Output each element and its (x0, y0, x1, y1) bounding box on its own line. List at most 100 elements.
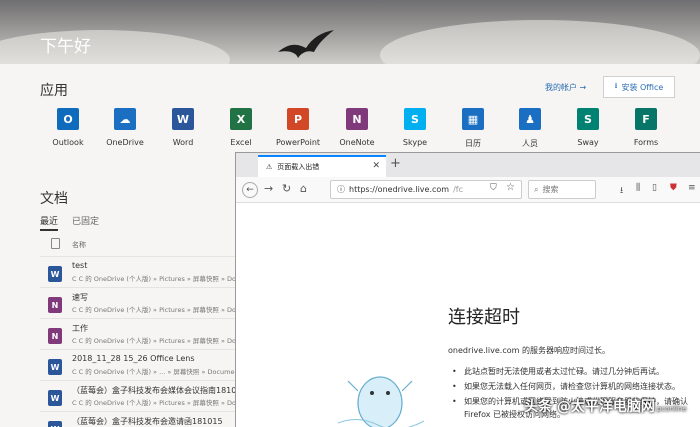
tab-pinned[interactable]: 已固定 (72, 214, 99, 227)
document-path: C C 的 OneDrive (个人版) » ... » 屏幕快照 » Docu… (72, 368, 239, 376)
search-icon: ⌕ (534, 184, 539, 194)
forward-button[interactable]: → (264, 182, 273, 195)
downloads-icon[interactable]: ⭳ (620, 183, 623, 199)
app-skype[interactable]: S Skype (385, 108, 445, 147)
word-icon: W (172, 108, 194, 130)
url-host: https://onedrive.live.com (349, 185, 450, 194)
document-name: 工作 (72, 324, 88, 333)
error-desc-text: 的服务器响应时间过长。 (519, 346, 610, 355)
browser-tab-title: 页面载入出错 (277, 163, 320, 171)
file-column-icon (51, 238, 60, 249)
bird-icon (278, 30, 334, 58)
error-description: onedrive.live.com 的服务器响应时间过长。 (448, 345, 610, 356)
cloud-shape (380, 20, 700, 64)
app-label: Outlook (52, 138, 84, 147)
word-doc-icon: W (48, 390, 62, 406)
info-icon: ⓘ (337, 185, 345, 194)
onenote-doc-icon: N (48, 328, 62, 344)
name-column-header[interactable]: 名称 (72, 240, 86, 250)
greeting-title: 下午好 (40, 37, 91, 57)
bookmark-star-icon[interactable]: ☆ (506, 182, 515, 193)
app-outlook[interactable]: O Outlook (38, 108, 98, 147)
search-placeholder: 搜索 (542, 185, 559, 194)
list-item: 如果您无法载入任何网页，请检查您计算机的网络连接状态。 (448, 380, 688, 393)
dinosaur-illustration-icon (337, 376, 425, 427)
table-row[interactable]: W （蓝莓会）盒子科技发布会媒体会议指南18102 C C 的 OneDrive (… (40, 380, 243, 411)
menu-icon[interactable]: ≡ (688, 183, 696, 193)
document-path: C C 的 OneDrive (个人版) » Pictures » 屏幕快照 »… (72, 399, 243, 407)
forms-icon: F (635, 108, 657, 130)
error-host: onedrive.live.com (448, 346, 520, 355)
app-label: Word (172, 138, 194, 147)
table-row[interactable]: W （蓝莓会）盒子科技发布会邀请函181015 (40, 411, 240, 427)
pocket-icon[interactable]: ⛉ (490, 183, 497, 193)
reload-button[interactable]: ↻ (282, 182, 291, 195)
sway-icon: S (577, 108, 599, 130)
app-onedrive[interactable]: ☁ OneDrive (95, 108, 155, 147)
table-row[interactable]: N 工作 C C 的 OneDrive (个人版) » Pictures » 屏幕快… (40, 318, 243, 349)
install-office-button[interactable]: ⭳ 安装 Office (603, 76, 675, 98)
firefox-window: ⚠ 页面载入出错 ✕ + ← → ↻ ⌂ ⓘ https://onedrive.… (235, 152, 700, 427)
document-name: （蓝莓会）盒子科技发布会媒体会议指南18102 (72, 386, 242, 395)
extension-shield-icon[interactable]: ⛊ (670, 183, 677, 193)
app-label: Excel (230, 138, 252, 147)
app-calendar[interactable]: ▦ 日历 (443, 108, 503, 149)
skype-icon: S (404, 108, 426, 130)
document-name: test (72, 261, 88, 270)
list-item: 此站点暂时无法使用或者太过忙碌。请过几分钟后再试。 (448, 365, 688, 378)
download-icon: ⭳ (614, 81, 618, 90)
onenote-doc-icon: N (48, 297, 62, 313)
new-tab-button[interactable]: + (390, 156, 401, 171)
onedrive-icon: ☁ (114, 108, 136, 130)
watermark-text: 头条 @太平洋电脑网 (524, 399, 655, 415)
app-label: 人员 (522, 139, 538, 148)
word-doc-icon: W (48, 359, 62, 375)
app-sway[interactable]: S Sway (558, 108, 618, 147)
document-path: C C 的 OneDrive (个人版) » Pictures » 屏幕快照 »… (72, 337, 243, 345)
back-button[interactable]: ← (242, 182, 258, 198)
app-powerpoint[interactable]: P PowerPoint (268, 108, 328, 147)
app-label: Forms (633, 138, 659, 147)
tab-strip: ⚠ 页面载入出错 ✕ + (236, 153, 700, 177)
outlook-icon: O (57, 108, 79, 130)
warning-icon: ⚠ (266, 163, 273, 171)
library-icon[interactable]: ⫼ (636, 183, 640, 193)
my-account-link[interactable]: 我的帐户 → (545, 82, 586, 93)
app-label: Skype (402, 138, 428, 147)
document-name: 速写 (72, 293, 88, 302)
browser-tab[interactable]: ⚠ 页面载入出错 ✕ (258, 155, 386, 177)
app-word[interactable]: W Word (153, 108, 213, 147)
cloud-shape (0, 30, 230, 64)
app-label: OneNote (339, 138, 375, 147)
search-box[interactable]: ⌕ 搜索 (528, 180, 596, 199)
sidebar-icon[interactable]: ▯ (652, 183, 657, 193)
document-name: 2018_11_28 15_26 Office Lens (72, 354, 195, 363)
app-onenote[interactable]: N OneNote (327, 108, 387, 147)
document-name: （蓝莓会）盒子科技发布会邀请函181015 (72, 417, 223, 426)
app-label: OneDrive (106, 138, 144, 147)
app-label: 日历 (465, 139, 481, 148)
home-button[interactable]: ⌂ (300, 182, 307, 195)
document-path: C C 的 OneDrive (个人版) » Pictures » 屏幕快照 »… (72, 306, 243, 314)
nav-toolbar: ← → ↻ ⌂ ⓘ https://onedrive.live.com/fc ⛉… (236, 177, 700, 203)
watermark-sub: pconline (656, 405, 687, 413)
people-icon: ♟ (519, 108, 541, 130)
close-tab-icon[interactable]: ✕ (372, 161, 380, 171)
url-path: /fc (453, 185, 464, 194)
app-excel[interactable]: X Excel (211, 108, 271, 147)
app-forms[interactable]: F Forms (616, 108, 676, 147)
documents-heading: 文档 (40, 191, 68, 207)
app-label: PowerPoint (275, 138, 321, 147)
app-people[interactable]: ♟ 人员 (500, 108, 560, 149)
word-doc-icon: W (48, 266, 62, 282)
word-doc-icon: W (48, 421, 62, 427)
error-title: 连接超时 (448, 307, 520, 328)
tab-recent[interactable]: 最近 (40, 214, 59, 231)
table-row[interactable]: W 2018_11_28 15_26 Office Lens C C 的 OneDr… (40, 349, 240, 380)
hero-banner: 下午好 (0, 0, 700, 64)
calendar-icon: ▦ (462, 108, 484, 130)
table-row[interactable]: Wtest C C 的 OneDrive (个人版) » Pictures » 屏… (40, 256, 243, 287)
table-row[interactable]: N 速写 C C 的 OneDrive (个人版) » Pictures » 屏幕快… (40, 287, 243, 318)
excel-icon: X (230, 108, 252, 130)
apps-heading: 应用 (40, 83, 68, 99)
